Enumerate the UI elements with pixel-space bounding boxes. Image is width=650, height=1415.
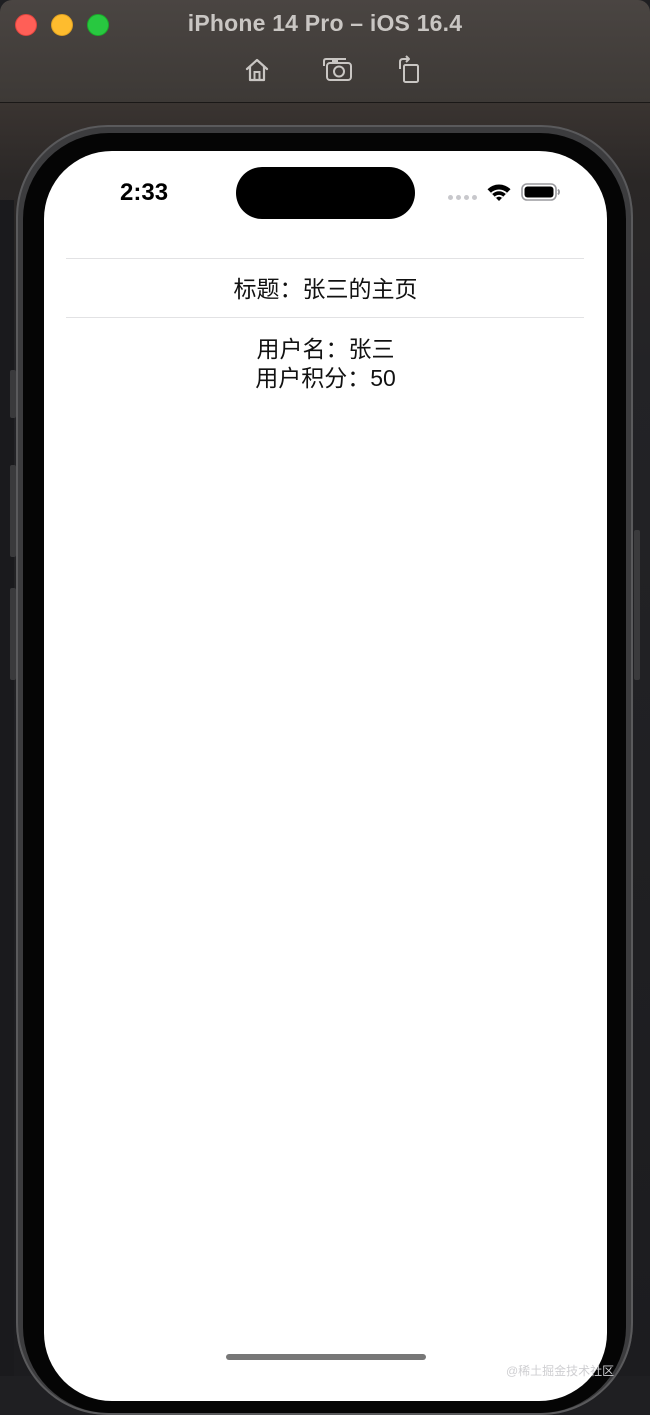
mute-switch bbox=[10, 370, 16, 418]
rotate-button[interactable] bbox=[392, 54, 426, 86]
home-icon bbox=[245, 58, 269, 82]
wifi-icon bbox=[487, 184, 511, 201]
simulator-titlebar: iPhone 14 Pro – iOS 16.4 bbox=[0, 0, 650, 103]
volume-down-button bbox=[10, 588, 16, 680]
volume-up-button bbox=[10, 465, 16, 557]
cellular-signal-icon bbox=[448, 195, 477, 200]
status-time: 2:33 bbox=[120, 179, 169, 206]
header-divider-bottom bbox=[66, 317, 584, 318]
screenshot-button[interactable] bbox=[321, 54, 355, 86]
device-screen: 2:33 标题：张三的主页 用户名：张三 用户积分：50 bbox=[44, 151, 607, 1401]
window-title: iPhone 14 Pro – iOS 16.4 bbox=[187, 10, 463, 36]
camera-icon bbox=[323, 58, 352, 81]
header-divider-top bbox=[66, 258, 584, 259]
user-points-text: 用户积分：50 bbox=[255, 365, 396, 391]
home-indicator[interactable] bbox=[226, 1354, 426, 1360]
home-button[interactable] bbox=[240, 54, 274, 86]
dynamic-island bbox=[236, 167, 415, 219]
page-title: 标题：张三的主页 bbox=[233, 276, 418, 302]
rotate-icon bbox=[399, 55, 419, 83]
battery-icon bbox=[521, 183, 560, 201]
watermark: @稀土掘金技术社区 bbox=[506, 1364, 615, 1378]
power-button bbox=[634, 530, 640, 680]
